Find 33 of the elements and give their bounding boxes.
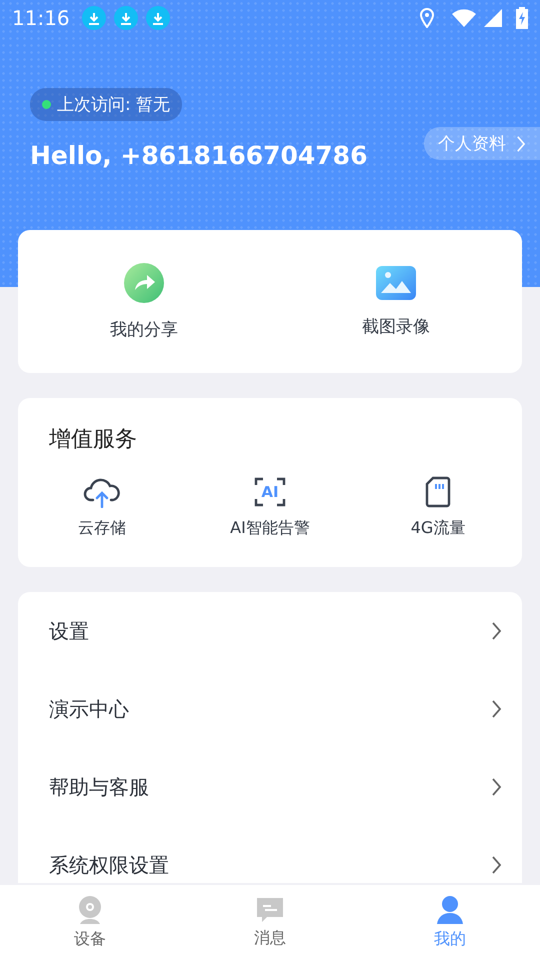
location-icon bbox=[420, 8, 434, 28]
service-button[interactable]: 云存储 bbox=[18, 476, 186, 539]
chevron-right-icon bbox=[491, 855, 502, 875]
message-icon bbox=[255, 896, 285, 924]
service-button[interactable]: 4G流量 bbox=[354, 476, 522, 539]
greeting-text: Hello, +8618166704786 bbox=[30, 141, 368, 170]
cloud-upload-icon bbox=[83, 476, 121, 508]
menu-item[interactable]: 设置 bbox=[18, 592, 522, 670]
signal-icon bbox=[484, 9, 502, 27]
sim-card-icon bbox=[425, 476, 451, 508]
download-icon bbox=[82, 6, 106, 30]
battery-charging-icon bbox=[516, 7, 528, 29]
menu-item[interactable]: 系统权限设置 bbox=[18, 826, 522, 883]
wifi-icon bbox=[452, 9, 476, 27]
download-icon bbox=[146, 6, 170, 30]
person-icon bbox=[436, 895, 464, 925]
menu-item[interactable]: 帮助与客服 bbox=[18, 748, 522, 826]
webcam-icon bbox=[76, 895, 104, 925]
download-icon bbox=[114, 6, 138, 30]
shortcut-button[interactable]: 截图录像 bbox=[270, 265, 522, 338]
nav-tab[interactable]: 消息 bbox=[180, 885, 360, 960]
chevron-right-icon bbox=[516, 134, 526, 152]
chevron-right-icon bbox=[491, 777, 502, 797]
status-time: 11:16 bbox=[12, 6, 70, 30]
shortcut-button[interactable]: 我的分享 bbox=[18, 262, 270, 341]
nav-tab[interactable]: 设备 bbox=[0, 885, 180, 960]
image-icon bbox=[375, 265, 417, 301]
service-button[interactable]: AI AI智能告警 bbox=[186, 476, 354, 539]
chevron-right-icon bbox=[491, 699, 502, 719]
chevron-right-icon bbox=[491, 621, 502, 641]
menu-item[interactable]: 演示中心 bbox=[18, 670, 522, 748]
section-title: 增值服务 bbox=[48, 426, 138, 454]
last-visit-text: 上次访问: 暂无 bbox=[57, 94, 170, 116]
